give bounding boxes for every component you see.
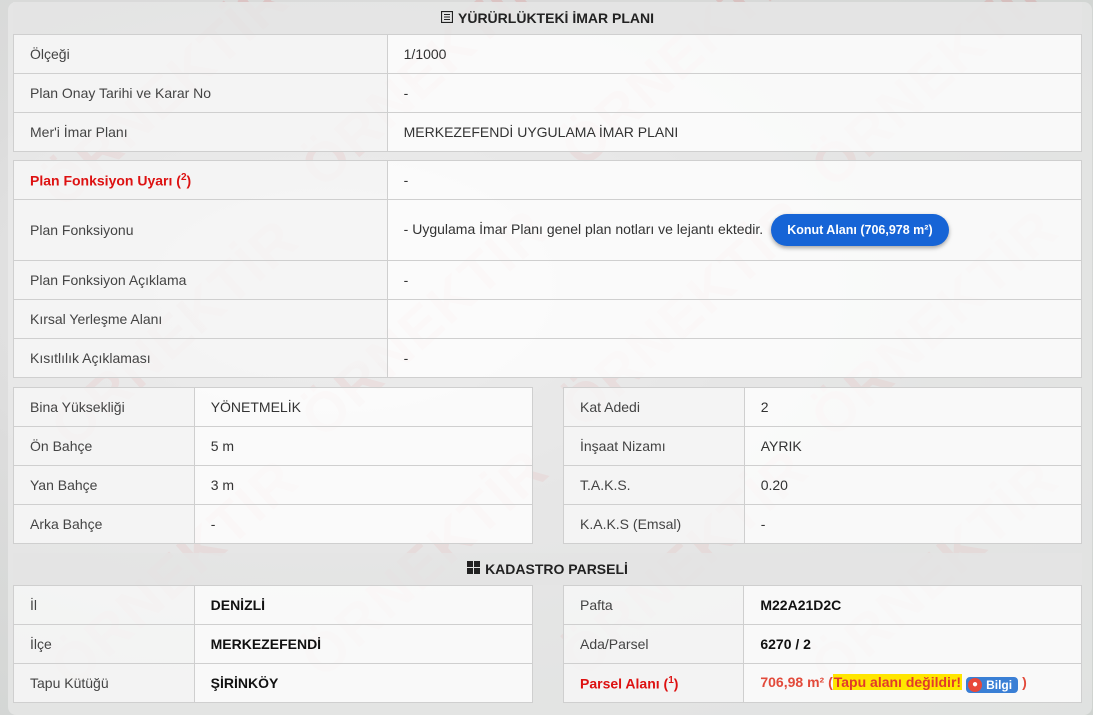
table-row: Plan Fonksiyonu - Uygulama İmar Planı ge… xyxy=(13,199,1083,261)
table-row: Mer'i İmar Planı MERKEZEFENDİ UYGULAMA İ… xyxy=(13,112,1083,152)
row-label: T.A.K.S. xyxy=(563,465,745,505)
row-value xyxy=(386,299,1083,339)
section-title: KADASTRO PARSELİ xyxy=(485,561,628,577)
table-row: Yan Bahçe 3 m xyxy=(13,465,534,505)
table-row: Ön Bahçe 5 m xyxy=(13,426,534,466)
plan-function-warning-label: Plan Fonksiyon Uyarı (2) xyxy=(13,160,388,200)
table-row: K.A.K.S (Emsal) - xyxy=(563,504,1083,544)
table-row: Ölçeği 1/1000 xyxy=(13,34,1083,74)
parcel-area-value: 706,98 m² (Tapu alanı değildir! ● Bilgi) xyxy=(743,663,1082,703)
table-row: Pafta M22A21D2C xyxy=(562,585,1082,625)
row-label: Ön Bahçe xyxy=(13,426,195,466)
row-label: Yan Bahçe xyxy=(13,465,195,505)
row-label: Kısıtlılık Açıklaması xyxy=(13,338,388,378)
table-row: Bina Yüksekliği YÖNETMELİK xyxy=(13,387,534,427)
row-value: - xyxy=(386,73,1083,113)
row-label: İl xyxy=(13,585,195,625)
row-label: Plan Fonksiyon Açıklama xyxy=(13,260,388,300)
cadastral-right: Pafta M22A21D2C Ada/Parsel 6270 / 2 Parsel… xyxy=(562,585,1082,703)
info-globe-icon: ● xyxy=(968,677,983,692)
row-value: DENİZLİ xyxy=(193,585,534,625)
row-value: - xyxy=(193,504,534,544)
cadastral-left: İl DENİZLİ İlçe MERKEZEFENDİ Tapu Kütüğü Şİ… xyxy=(13,585,534,703)
table-row: Arka Bahçe - xyxy=(13,504,534,544)
table-row: Parsel Alanı (1) 706,98 m² (Tapu alanı d… xyxy=(562,663,1082,703)
zoning-plan-table: Ölçeği 1/1000 Plan Onay Tarihi ve Karar … xyxy=(13,34,1083,152)
row-label: K.A.K.S (Emsal) xyxy=(563,504,745,544)
row-value: 0.20 xyxy=(743,465,1083,505)
label-text: ) xyxy=(673,675,679,692)
row-label: Ada/Parsel xyxy=(562,624,745,664)
table-row: Kırsal Yerleşme Alanı xyxy=(13,299,1083,339)
row-label: Kat Adedi xyxy=(563,387,745,427)
row-value: - xyxy=(743,504,1083,544)
grid-icon xyxy=(467,561,481,577)
row-value: MERKEZEFENDİ xyxy=(193,624,534,664)
row-label: Arka Bahçe xyxy=(13,504,195,544)
label-text: ) xyxy=(186,172,192,189)
row-label: Bina Yüksekliği xyxy=(13,387,195,427)
row-label: Tapu Kütüğü xyxy=(13,663,195,703)
table-row: Kısıtlılık Açıklaması - xyxy=(13,338,1083,378)
table-row: İl DENİZLİ xyxy=(13,585,534,625)
table-row: Plan Onay Tarihi ve Karar No - xyxy=(13,73,1083,113)
row-value: - xyxy=(386,160,1083,200)
parcel-area-number: 706,98 m² xyxy=(760,673,825,690)
building-params-left: Bina Yüksekliği YÖNETMELİK Ön Bahçe 5 m Ya… xyxy=(13,387,534,544)
row-value: M22A21D2C xyxy=(743,585,1082,625)
row-label: Plan Fonksiyonu xyxy=(13,199,388,261)
row-label: Pafta xyxy=(562,585,745,625)
table-row: Tapu Kütüğü ŞİRİNKÖY xyxy=(13,663,534,703)
building-params-right: Kat Adedi 2 İnşaat Nizamı AYRIK T.A.K.S. 0.… xyxy=(563,387,1083,544)
info-button-label: Bilgi xyxy=(986,677,1013,692)
row-label: Mer'i İmar Planı xyxy=(13,112,388,152)
row-value: 3 m xyxy=(193,465,534,505)
paren-close: ) xyxy=(1022,673,1027,690)
row-value: YÖNETMELİK xyxy=(193,387,534,427)
table-row: İlçe MERKEZEFENDİ xyxy=(13,624,534,664)
plan-function-value: - Uygulama İmar Planı genel plan notları… xyxy=(386,199,1083,261)
info-button[interactable]: ● Bilgi xyxy=(966,676,1019,693)
document-list-icon xyxy=(440,10,454,26)
section-header-cadastral-parcel: KADASTRO PARSELİ xyxy=(13,553,1082,585)
label-text: Plan Fonksiyon Uyarı ( xyxy=(30,172,181,189)
row-label: İnşaat Nizamı xyxy=(563,426,745,466)
row-label: İlçe xyxy=(13,624,195,664)
row-value: - xyxy=(386,338,1083,378)
section-title: YÜRÜRLÜKTEKİ İMAR PLANI xyxy=(458,10,654,26)
table-row: Plan Fonksiyon Açıklama - xyxy=(13,260,1083,300)
row-value: 6270 / 2 xyxy=(743,624,1082,664)
parcel-area-label: Parsel Alanı (1) xyxy=(562,663,745,703)
table-row: T.A.K.S. 0.20 xyxy=(563,465,1083,505)
row-value: 1/1000 xyxy=(386,34,1083,74)
residential-area-button[interactable]: Konut Alanı (706,978 m²) xyxy=(771,214,949,246)
table-row: Plan Fonksiyon Uyarı (2) - xyxy=(13,160,1083,200)
row-value: ŞİRİNKÖY xyxy=(193,663,534,703)
row-label: Kırsal Yerleşme Alanı xyxy=(13,299,388,339)
table-row: Kat Adedi 2 xyxy=(563,387,1083,427)
label-text: Parsel Alanı ( xyxy=(580,675,669,692)
table-row: İnşaat Nizamı AYRIK xyxy=(563,426,1083,466)
plan-function-text: - Uygulama İmar Planı genel plan notları… xyxy=(403,221,764,237)
row-label: Plan Onay Tarihi ve Karar No xyxy=(13,73,388,113)
row-value: AYRIK xyxy=(743,426,1083,466)
row-label: Ölçeği xyxy=(13,34,388,74)
row-value: MERKEZEFENDİ UYGULAMA İMAR PLANI xyxy=(386,112,1083,152)
deed-warning-text: Tapu alanı değildir! xyxy=(832,673,963,690)
row-value: 2 xyxy=(743,387,1083,427)
row-value: - xyxy=(386,260,1083,300)
table-row: Ada/Parsel 6270 / 2 xyxy=(562,624,1082,664)
row-value: 5 m xyxy=(193,426,534,466)
plan-function-table: Plan Fonksiyon Uyarı (2) - Plan Fonksiyo… xyxy=(13,160,1083,378)
section-header-zoning-plan: YÜRÜRLÜKTEKİ İMAR PLANI xyxy=(13,2,1082,34)
